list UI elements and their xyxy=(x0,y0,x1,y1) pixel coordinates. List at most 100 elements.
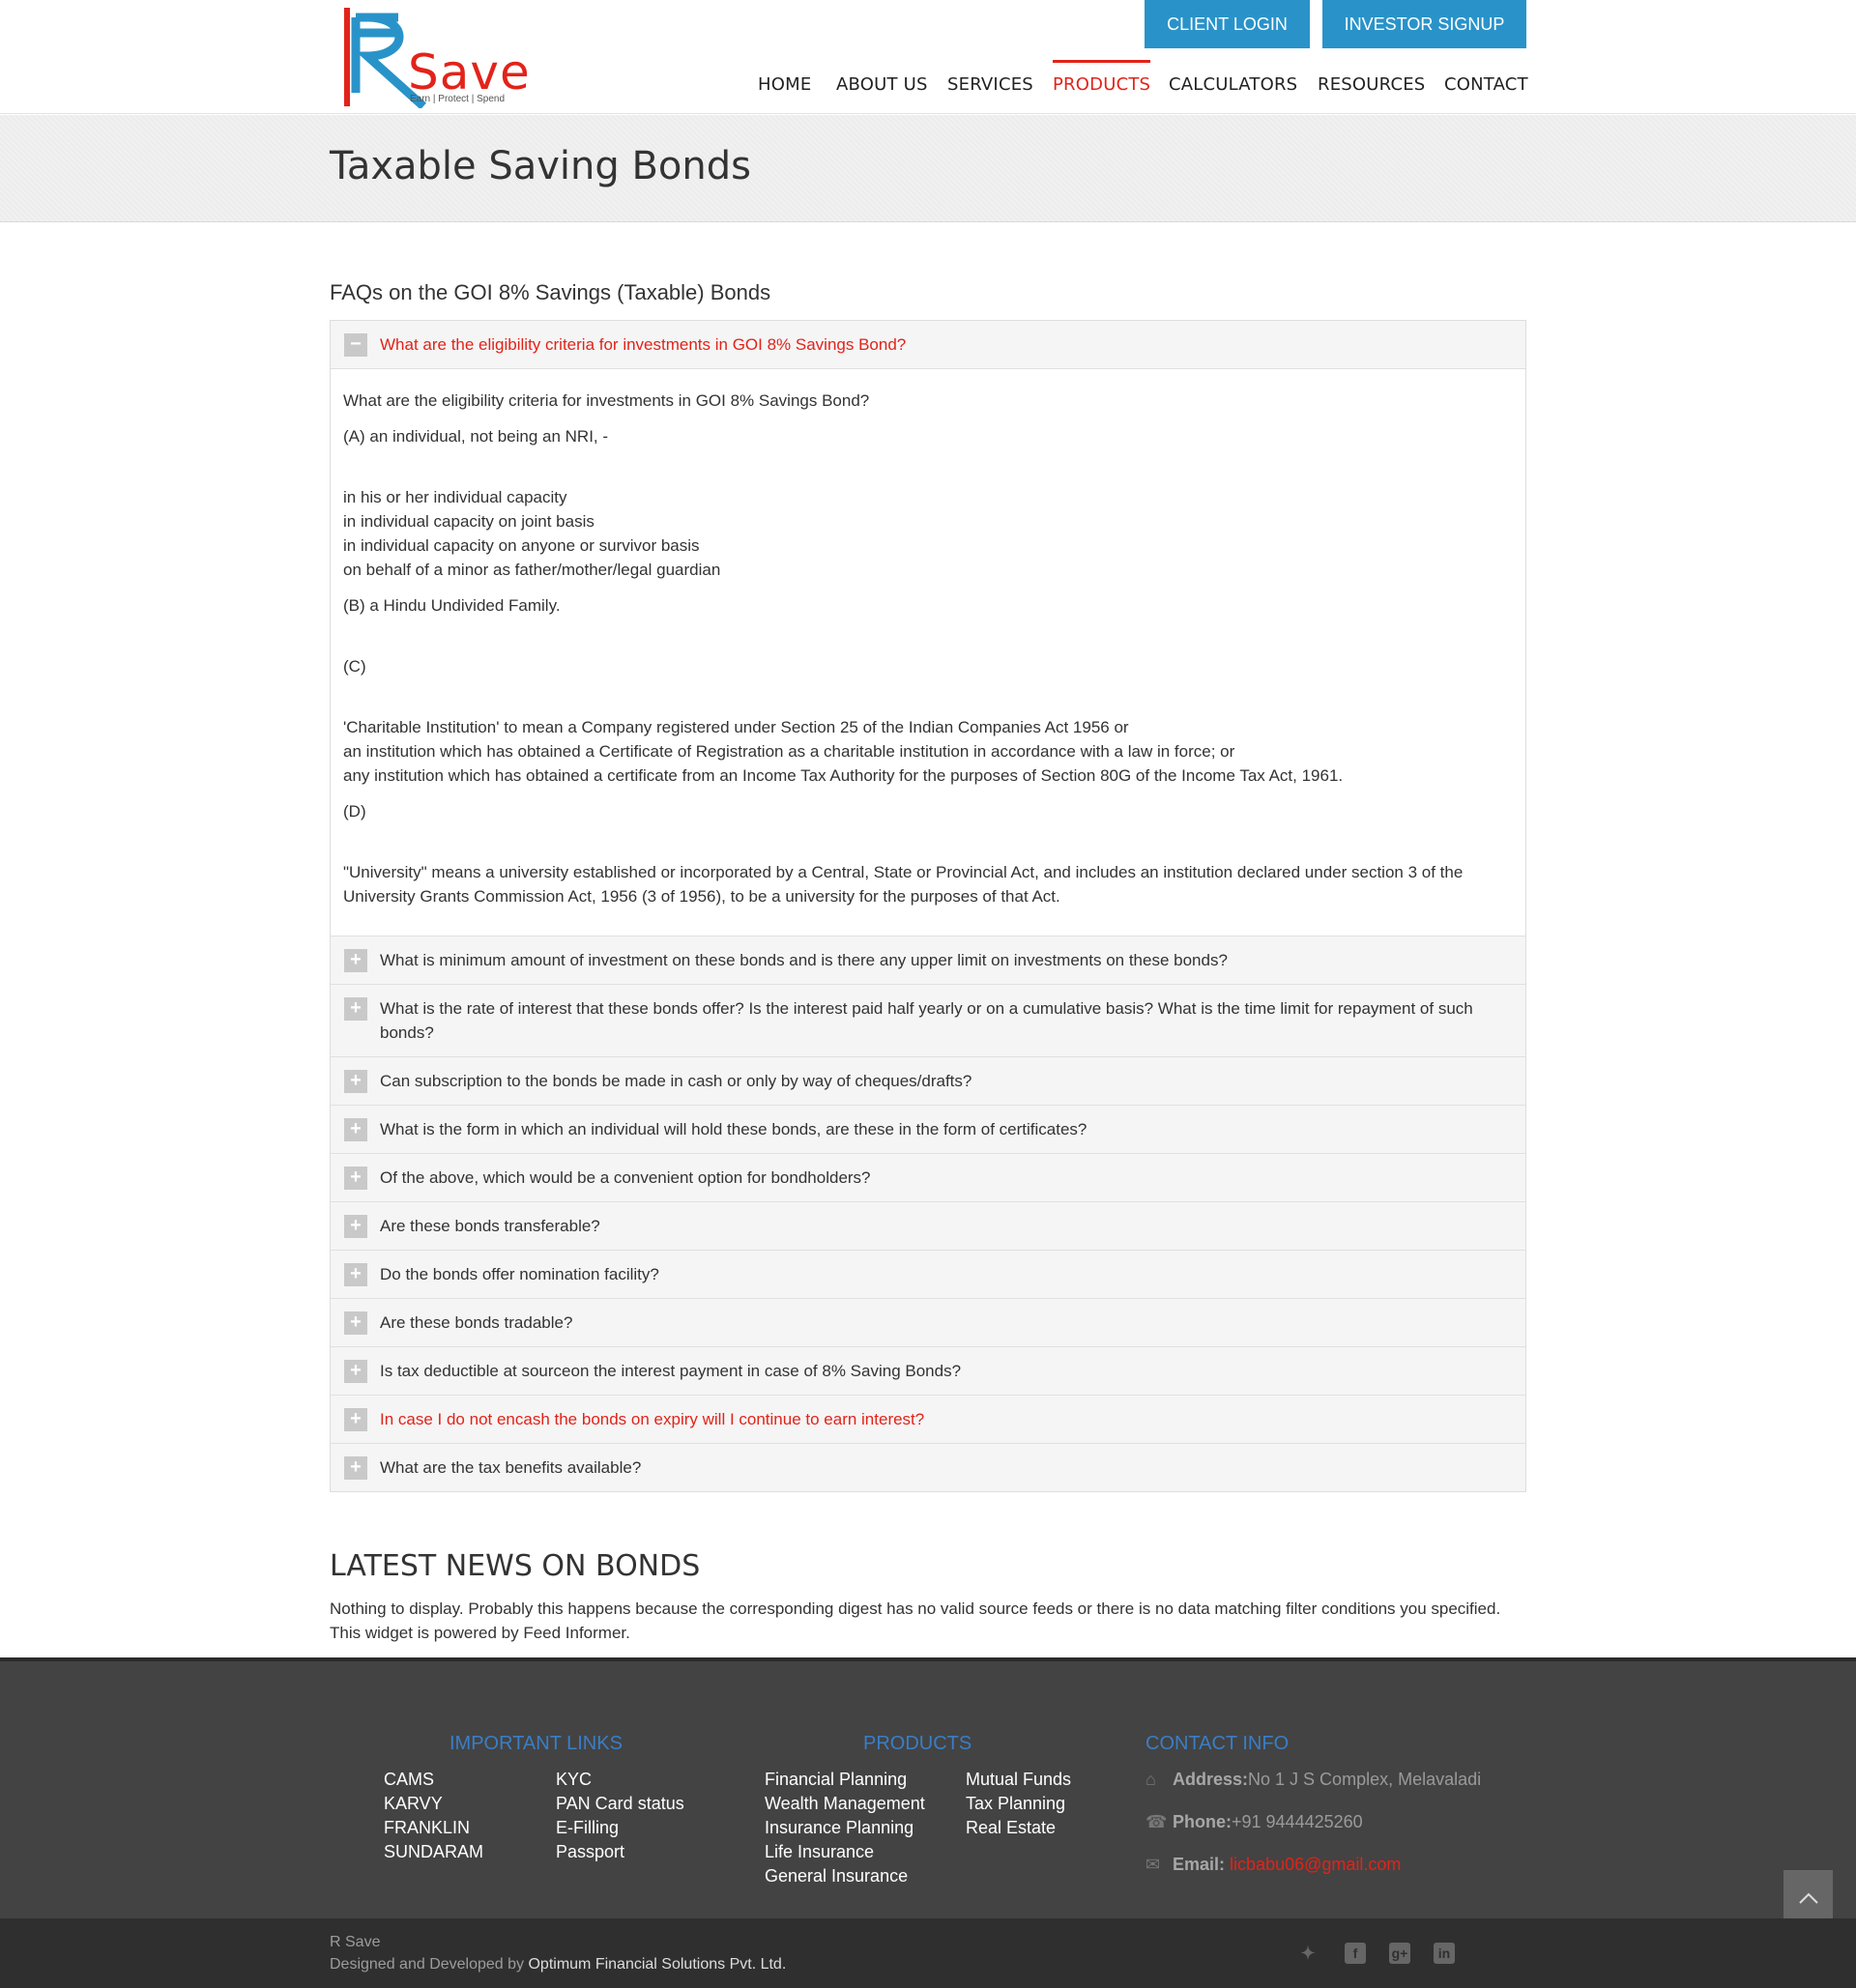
faq-question-text: In case I do not encash the bonds on exp… xyxy=(380,1410,925,1428)
faq-question-text: Is tax deductible at sourceon the intere… xyxy=(380,1362,962,1380)
home-icon: ⌂ xyxy=(1146,1770,1156,1789)
list-item: in his or her individual capacity xyxy=(343,488,567,506)
nav-products[interactable]: PRODUCTS xyxy=(1053,60,1151,110)
faq-question[interactable]: + Are these bonds transferable? xyxy=(331,1201,1525,1250)
nav-home[interactable]: HOME xyxy=(758,60,811,110)
footer-link-cams[interactable]: CAMS xyxy=(384,1770,434,1790)
list-item: in individual capacity on anyone or surv… xyxy=(343,536,700,555)
plus-icon: + xyxy=(344,1311,367,1335)
address-label: Address: xyxy=(1173,1770,1249,1789)
google-plus-icon[interactable]: g+ xyxy=(1389,1943,1410,1964)
bottom-bar: R Save Designed and Developed by Optimum… xyxy=(0,1918,1856,1988)
faq-question-text: What is minimum amount of investment on … xyxy=(380,951,1228,969)
footer-link-kyc[interactable]: KYC xyxy=(556,1770,592,1790)
scroll-to-top-button[interactable] xyxy=(1784,1870,1833,1918)
answer-a: (A) an individual, not being an NRI, - xyxy=(343,427,609,446)
twitter-icon[interactable]: ✦ xyxy=(1297,1943,1319,1964)
faq-question-text: Can subscription to the bonds be made in… xyxy=(380,1072,972,1090)
important-links-heading: IMPORTANT LINKS xyxy=(450,1733,623,1754)
footer-product-link[interactable]: Mutual Funds xyxy=(966,1770,1071,1790)
faq-question[interactable]: + Of the above, which would be a convenie… xyxy=(331,1153,1525,1201)
faq-question[interactable]: + What is the rate of interest that these… xyxy=(331,984,1525,1056)
main-nav: HOME ABOUT US SERVICES PRODUCTS CALCULAT… xyxy=(0,60,1856,114)
faq-question-text: Do the bonds offer nomination facility? xyxy=(380,1265,659,1283)
footer-product-link[interactable]: General Insurance xyxy=(765,1866,908,1887)
faq-question-highlighted[interactable]: + In case I do not encash the bonds on ex… xyxy=(331,1395,1525,1443)
answer-c: (C) xyxy=(343,657,366,676)
answer-d-text: "University" means a university establis… xyxy=(343,863,1464,906)
list-item: 'Charitable Institution' to mean a Compa… xyxy=(343,718,1129,736)
faq-question-text: Are these bonds transferable? xyxy=(380,1217,600,1235)
phone-label: Phone: xyxy=(1173,1812,1232,1831)
chevron-up-icon xyxy=(1798,1892,1818,1904)
phone-icon: ☎ xyxy=(1146,1812,1168,1831)
plus-icon: + xyxy=(344,1167,367,1190)
faq-question-text: Of the above, which would be a convenien… xyxy=(380,1168,871,1187)
plus-icon: + xyxy=(344,1070,367,1093)
address-value: No 1 J S Complex, Melavaladi xyxy=(1248,1770,1482,1789)
footer-product-link[interactable]: Insurance Planning xyxy=(765,1818,914,1838)
plus-icon: + xyxy=(344,1408,367,1431)
nav-calculators[interactable]: CALCULATORS xyxy=(1169,60,1297,110)
faq-question-text: Are these bonds tradable? xyxy=(380,1313,573,1332)
email-label: Email: xyxy=(1173,1855,1226,1874)
footer-link-passport[interactable]: Passport xyxy=(556,1842,624,1862)
products-heading: PRODUCTS xyxy=(863,1733,972,1754)
nav-resources[interactable]: RESOURCES xyxy=(1318,60,1425,110)
page-title-band: Taxable Saving Bonds xyxy=(0,115,1856,222)
faq-question[interactable]: + What is the form in which an individual… xyxy=(331,1105,1525,1153)
footer-link-sundaram[interactable]: SUNDARAM xyxy=(384,1842,483,1862)
list-item: an institution which has obtained a Cert… xyxy=(343,742,1235,761)
footer-product-link[interactable]: Financial Planning xyxy=(765,1770,907,1790)
news-text: Nothing to display. Probably this happen… xyxy=(330,1599,1501,1642)
footer-product-link[interactable]: Wealth Management xyxy=(765,1794,925,1814)
faq-question[interactable]: + Is tax deductible at sourceon the inter… xyxy=(331,1346,1525,1395)
faq-question-text: What are the eligibility criteria for in… xyxy=(380,335,907,354)
facebook-icon[interactable]: f xyxy=(1345,1943,1366,1964)
minus-icon: − xyxy=(344,333,367,357)
faq-answer: What are the eligibility criteria for in… xyxy=(331,368,1525,936)
faq-question[interactable]: + Do the bonds offer nomination facility? xyxy=(331,1250,1525,1298)
footer-link-franklin[interactable]: FRANKLIN xyxy=(384,1818,470,1838)
nav-contact[interactable]: CONTACT xyxy=(1444,60,1528,110)
plus-icon: + xyxy=(344,997,367,1021)
site-header: Save Earn | Protect | Spend CLIENT LOGIN… xyxy=(0,0,1856,114)
designed-by: Designed and Developed by Optimum Financ… xyxy=(330,1956,786,1974)
nav-about-us[interactable]: ABOUT US xyxy=(836,60,928,110)
faq-accordion: − What are the eligibility criteria for … xyxy=(330,320,1526,1492)
phone-value: +91 9444425260 xyxy=(1232,1812,1363,1831)
faq-question[interactable]: + Are these bonds tradable? xyxy=(331,1298,1525,1346)
footer-link-pan-card[interactable]: PAN Card status xyxy=(556,1794,684,1814)
faq-question[interactable]: + What are the tax benefits available? xyxy=(331,1443,1525,1491)
page-title: Taxable Saving Bonds xyxy=(330,144,751,188)
faq-question-open[interactable]: − What are the eligibility criteria for … xyxy=(331,321,1525,368)
footer-product-link[interactable]: Tax Planning xyxy=(966,1794,1065,1814)
footer-product-link[interactable]: Life Insurance xyxy=(765,1842,874,1862)
developer-link[interactable]: Optimum Financial Solutions Pvt. Ltd. xyxy=(528,1956,786,1973)
faq-question[interactable]: + Can subscription to the bonds be made i… xyxy=(331,1056,1525,1105)
answer-c-list: 'Charitable Institution' to mean a Compa… xyxy=(343,715,1513,788)
site-footer: IMPORTANT LINKS CAMS KARVY FRANKLIN SUND… xyxy=(0,1657,1856,1918)
plus-icon: + xyxy=(344,1263,367,1286)
client-login-button[interactable]: CLIENT LOGIN xyxy=(1145,0,1310,48)
contact-info-heading: CONTACT INFO xyxy=(1146,1733,1290,1754)
contact-email: ✉ Email: licbabu06@gmail.com xyxy=(1146,1855,1401,1875)
answer-b: (B) a Hindu Undivided Family. xyxy=(343,596,561,615)
investor-signup-button[interactable]: INVESTOR SIGNUP xyxy=(1322,0,1526,48)
plus-icon: + xyxy=(344,1215,367,1238)
contact-phone: ☎ Phone:+91 9444425260 xyxy=(1146,1812,1363,1832)
footer-link-karvy[interactable]: KARVY xyxy=(384,1794,443,1814)
answer-intro: What are the eligibility criteria for in… xyxy=(343,391,870,410)
list-item: in individual capacity on joint basis xyxy=(343,512,594,531)
email-link[interactable]: licbabu06@gmail.com xyxy=(1230,1855,1401,1874)
footer-product-link[interactable]: Real Estate xyxy=(966,1818,1056,1838)
faq-question[interactable]: + What is minimum amount of investment on… xyxy=(331,936,1525,984)
linkedin-icon[interactable]: in xyxy=(1434,1943,1455,1964)
faq-question-text: What is the form in which an individual … xyxy=(380,1120,1088,1138)
list-item: any institution which has obtained a cer… xyxy=(343,766,1344,785)
footer-link-e-filling[interactable]: E-Filling xyxy=(556,1818,619,1838)
nav-services[interactable]: SERVICES xyxy=(947,60,1033,110)
faq-question-text: What is the rate of interest that these … xyxy=(380,999,1473,1042)
list-item: on behalf of a minor as father/mother/le… xyxy=(343,561,721,579)
plus-icon: + xyxy=(344,1118,367,1141)
